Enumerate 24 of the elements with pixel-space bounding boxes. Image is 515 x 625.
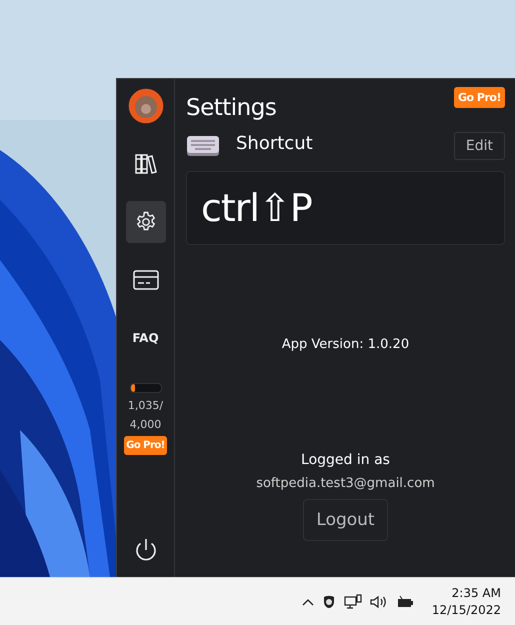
logout-button[interactable]: Logout	[303, 499, 388, 541]
battery-icon[interactable]	[396, 594, 414, 608]
window-title: Settings	[186, 95, 276, 121]
chevron-up-icon[interactable]	[302, 598, 314, 606]
books-icon	[134, 152, 158, 176]
speaker-icon[interactable]	[370, 594, 388, 608]
power-icon[interactable]	[134, 537, 158, 563]
shortcut-label: Shortcut	[236, 132, 314, 154]
network-icon[interactable]	[344, 594, 362, 610]
keyboard-icon	[186, 135, 220, 157]
card-icon	[132, 269, 158, 291]
sidebar-tab[interactable]	[126, 201, 166, 243]
shortcut-display: ctrl⇧P	[186, 171, 505, 245]
app-version: App Version: 1.0.20	[280, 337, 410, 352]
usage-limit: 4,000	[130, 418, 162, 431]
faq-tab[interactable]: FAQ	[126, 317, 166, 359]
shield-icon[interactable]	[322, 594, 336, 608]
clock-time[interactable]: 2:35 AM	[452, 586, 501, 600]
avatar-icon[interactable]	[126, 87, 164, 125]
clock-date[interactable]: 12/15/2022	[432, 603, 501, 617]
usage-count: 1,035/	[128, 399, 164, 412]
account-email: softpedia.test3@gmail.com	[255, 476, 436, 491]
edit-button[interactable]: Edit	[454, 132, 505, 160]
login-caption: Logged in as	[300, 452, 391, 468]
